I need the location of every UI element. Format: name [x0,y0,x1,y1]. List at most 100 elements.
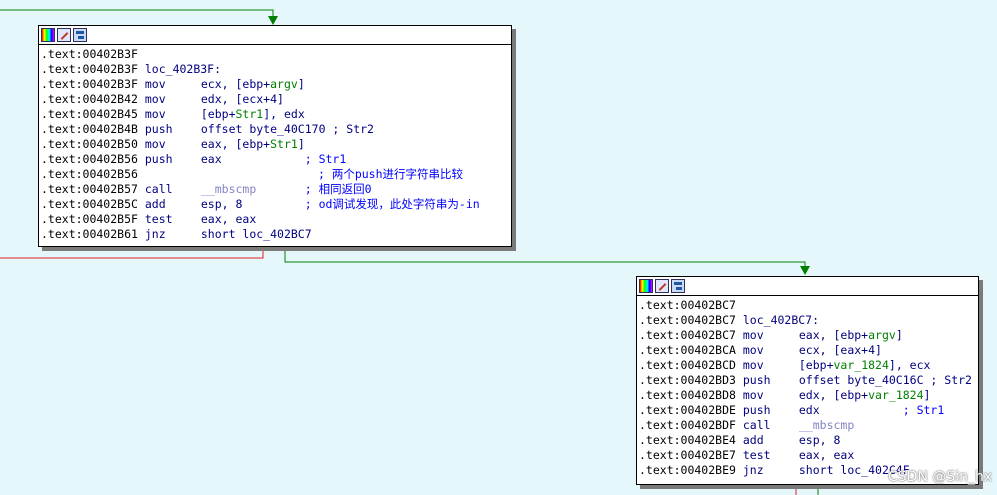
edge-arrowhead-top [268,16,278,25]
block-titlebar [637,277,978,296]
edge-incoming-top [0,9,274,18]
rename-pencil-icon[interactable] [655,279,669,293]
mnemonic: jnz [742,463,764,477]
edge-true-branch [284,247,806,268]
asm-line[interactable]: .text:00402BE4 add esp, 8 [639,433,976,448]
operand: ], ecx [888,358,931,372]
variable-operand[interactable]: var_1824 [834,358,889,372]
asm-line[interactable]: .text:00402BDF call __mbscmp [639,418,976,433]
address: .text:00402BCA [639,343,736,357]
asm-line[interactable]: .text:00402BC7 loc_402BC7: [639,313,976,328]
operand: eax, [ebp+ [798,328,869,342]
asm-line[interactable]: .text:00402BC7 [639,298,976,313]
mnemonic: call [742,418,771,432]
asm-line[interactable]: .text:00402B4B push offset byte_40C170 ; … [41,122,509,137]
operand: ] [297,137,305,151]
mnemonic: push [742,403,771,417]
operand: ], edx [263,107,305,121]
mnemonic: mov [742,388,764,402]
color-palette-icon[interactable] [639,279,653,293]
address: .text:00402B56 [41,167,138,181]
graph-overview-icon[interactable] [73,28,87,42]
address: .text:00402B56 [41,152,138,166]
asm-line[interactable]: .text:00402BCD mov [ebp+var_1824], ecx [639,358,976,373]
mnemonic: mov [144,77,166,91]
asm-line[interactable]: .text:00402BD3 push offset byte_40C16C ; … [639,373,976,388]
variable-operand[interactable]: argv [868,328,896,342]
mnemonic: push [742,373,771,387]
asm-line[interactable]: .text:00402B42 mov edx, [ecx+4] [41,92,509,107]
function-operand[interactable]: __mbscmp [201,182,256,196]
address: .text:00402B50 [41,137,138,151]
mnemonic: call [144,182,173,196]
operand: offset byte_40C16C ; Str2 [798,373,972,387]
asm-line[interactable]: .text:00402B3F [41,47,509,62]
operand: esp, 8 [798,433,841,447]
mnemonic: test [742,448,771,462]
variable-operand[interactable]: Str1 [270,137,298,151]
variable-operand[interactable]: argv [270,77,298,91]
operand: ecx, [ebp+ [200,77,271,91]
block-body: .text:00402BC7 .text:00402BC7 loc_402BC7:… [637,296,978,479]
mnemonic: mov [144,137,166,151]
operand: short loc_402BC7 [200,227,312,241]
asm-line[interactable]: .text:00402B3F mov ecx, [ebp+argv] [41,77,509,92]
function-operand[interactable]: __mbscmp [799,418,854,432]
asm-line[interactable]: .text:00402B56 push eax ; Str1 [41,152,509,167]
mnemonic: jnz [144,227,166,241]
asm-line[interactable]: .text:00402B45 mov [ebp+Str1], edx [41,107,509,122]
operand: [ebp+ [200,107,236,121]
address: .text:00402B4B [41,122,138,136]
address: .text:00402B61 [41,227,138,241]
mnemonic: push [144,152,173,166]
asm-line[interactable]: .text:00402BC7 mov eax, [ebp+argv] [639,328,976,343]
asm-line[interactable]: .text:00402BD8 mov edx, [ebp+var_1824] [639,388,976,403]
operand: eax, eax [200,212,257,226]
operand [256,182,304,196]
address: .text:00402B3F [41,47,138,61]
asm-line[interactable]: .text:00402B50 mov eax, [ebp+Str1] [41,137,509,152]
variable-operand[interactable]: Str1 [236,107,264,121]
code-label[interactable]: loc_402BC7: [743,313,819,327]
variable-operand[interactable]: var_1824 [868,388,923,402]
address: .text:00402BCD [639,358,736,372]
address: .text:00402BD8 [639,388,736,402]
asm-line[interactable]: .text:00402B5C add esp, 8 ; od调试发现，此处字符串为… [41,197,509,212]
address: .text:00402BD3 [639,373,736,387]
asm-line[interactable]: .text:00402BE7 test eax, eax [639,448,976,463]
graph-overview-icon[interactable] [671,279,685,293]
asm-line[interactable]: .text:00402B5F test eax, eax [41,212,509,227]
operand: [ebp+ [798,358,834,372]
rename-pencil-icon[interactable] [57,28,71,42]
asm-line[interactable]: .text:00402B61 jnz short loc_402BC7 [41,227,509,242]
address: .text:00402B42 [41,92,138,106]
asm-line[interactable]: .text:00402B3F loc_402B3F: [41,62,509,77]
code-block-loc-402b3f[interactable]: .text:00402B3F .text:00402B3F loc_402B3F:… [38,25,512,247]
asm-line[interactable]: .text:00402BCA mov ecx, [eax+4] [639,343,976,358]
address: .text:00402BE4 [639,433,736,447]
code-block-loc-402bc7[interactable]: .text:00402BC7 .text:00402BC7 loc_402BC7:… [636,276,979,485]
mnemonic: mov [742,358,764,372]
comment: ; od调试发现，此处字符串为-in [304,197,480,211]
comment: ; Str1 [304,152,347,166]
asm-line[interactable]: .text:00402B57 call __mbscmp ; 相同返回0 [41,182,509,197]
operand: edx, [ecx+4] [200,92,284,106]
address: .text:00402B3F [41,62,138,76]
color-palette-icon[interactable] [41,28,55,42]
code-label[interactable]: loc_402B3F: [145,62,221,76]
edge-arrowhead-true [800,266,810,275]
address: .text:00402B45 [41,107,138,121]
operand: edx, [ebp+ [798,388,869,402]
operand: ecx, [eax+4] [798,343,882,357]
watermark: CSDN @Sin_hx [888,469,993,485]
operand: eax, [ebp+ [200,137,271,151]
address: .text:00402BC7 [639,298,736,312]
operand [145,167,318,181]
block-titlebar [39,26,511,45]
address: .text:00402BE9 [639,463,736,477]
address: .text:00402BDE [639,403,736,417]
asm-line[interactable]: .text:00402B56 ; 两个push进行字符串比较 [41,167,509,182]
address: .text:00402B57 [41,182,138,196]
operand: esp, 8 [200,197,305,211]
asm-line[interactable]: .text:00402BDE push edx ; Str1 [639,403,976,418]
